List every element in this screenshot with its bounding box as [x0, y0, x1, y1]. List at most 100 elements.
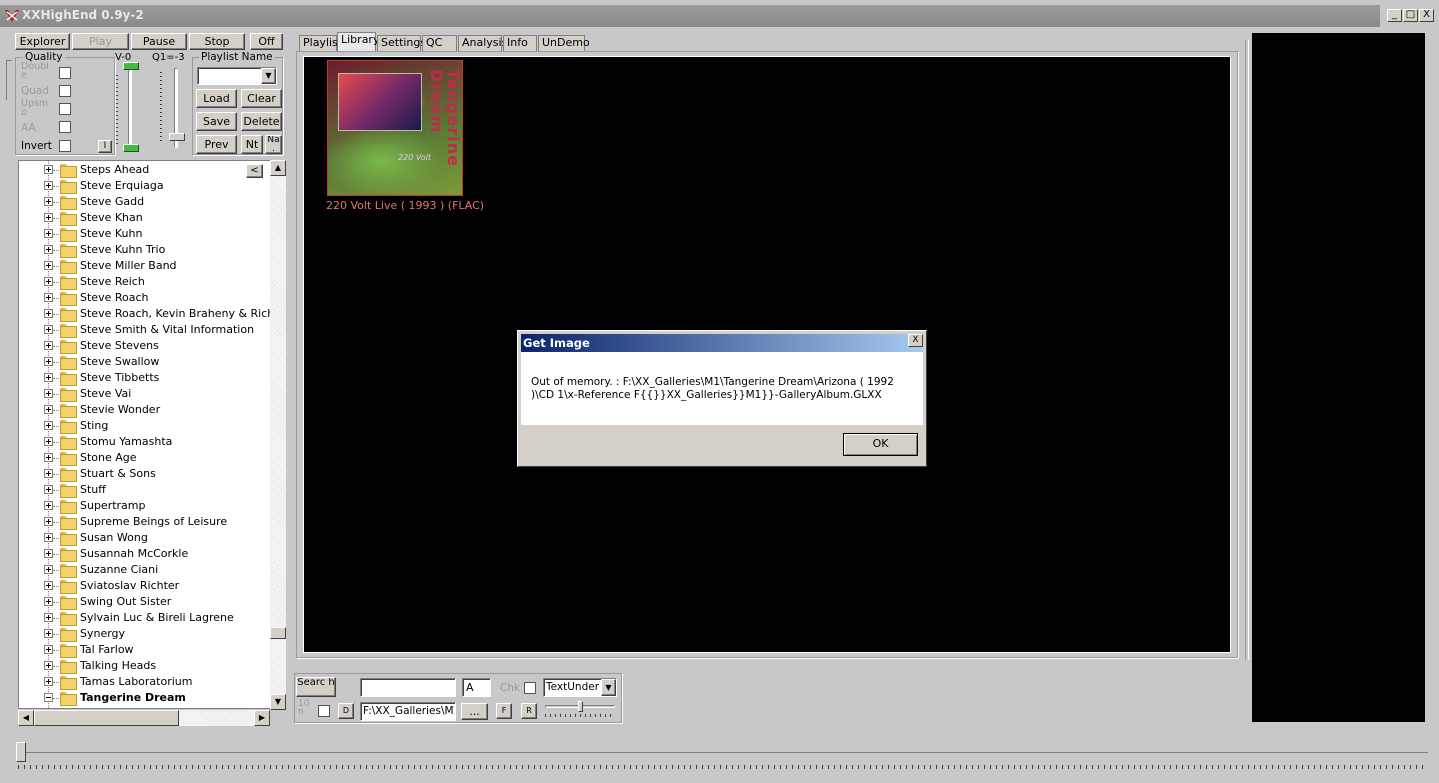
chk-checkbox[interactable] — [524, 682, 536, 694]
aa-checkbox[interactable] — [59, 121, 71, 133]
expand-icon[interactable] — [44, 213, 53, 222]
invert-checkbox[interactable] — [59, 140, 71, 152]
off-button[interactable]: Off — [250, 33, 283, 50]
view-select[interactable]: TextUnder ▼ — [543, 678, 617, 697]
tree-item[interactable]: Steve Reich — [19, 274, 270, 290]
scroll-down-icon[interactable]: ▼ — [270, 694, 286, 710]
tree-item[interactable]: Tal Farlow — [19, 642, 270, 658]
tab-analysis[interactable]: Analysis — [458, 35, 507, 51]
scroll-up-icon[interactable]: ▲ — [270, 160, 286, 176]
pause-button[interactable]: Pause — [131, 33, 187, 50]
tree-item[interactable]: Steve Smith & Vital Information — [19, 322, 270, 338]
expand-icon[interactable] — [44, 421, 53, 430]
delete-button[interactable]: Delete — [241, 112, 282, 131]
save-button[interactable]: Save — [196, 112, 237, 131]
tree-item[interactable]: Swing Out Sister — [19, 594, 270, 610]
quad-checkbox[interactable] — [59, 85, 71, 97]
count-checkbox[interactable] — [318, 705, 330, 717]
expand-icon[interactable] — [44, 437, 53, 446]
expand-icon[interactable] — [44, 533, 53, 542]
expand-icon[interactable] — [44, 229, 53, 238]
upsample-checkbox[interactable] — [59, 103, 71, 115]
expand-icon[interactable] — [44, 661, 53, 670]
tree-item[interactable]: Steve Roach, Kevin Braheny & Richard — [19, 306, 270, 322]
scroll-thumb[interactable] — [270, 627, 286, 639]
r-button[interactable]: R — [521, 703, 537, 719]
dialog-close-icon[interactable]: X — [908, 334, 923, 347]
tree-item[interactable]: Steve Kuhn Trio — [19, 242, 270, 258]
volume-slider[interactable] — [128, 63, 132, 151]
tree-item[interactable]: Steps Ahead — [19, 162, 270, 178]
letter-input[interactable]: A — [462, 678, 491, 697]
tree-item[interactable]: Steve Vai — [19, 386, 270, 402]
expand-icon[interactable] — [44, 165, 53, 174]
hscroll-thumb[interactable] — [34, 710, 179, 726]
na-button[interactable]: Na . — [265, 135, 282, 154]
tree-item[interactable]: Susannah McCorkle — [19, 546, 270, 562]
splitter[interactable] — [1245, 40, 1249, 660]
search-button[interactable]: Searc h — [296, 677, 336, 697]
q1-slider-thumb[interactable] — [169, 133, 185, 141]
expand-icon[interactable] — [44, 197, 53, 206]
tree-item[interactable]: Stone Age — [19, 450, 270, 466]
tree-item[interactable]: Steve Swallow — [19, 354, 270, 370]
path-input[interactable]: F:\XX_Galleries\M1 — [360, 702, 456, 721]
tree-item[interactable]: Steve Roach — [19, 290, 270, 306]
tree-item[interactable]: Steve Khan — [19, 210, 270, 226]
expand-icon[interactable] — [44, 325, 53, 334]
album-cover[interactable]: Tangerine Dream 220 Volt — [327, 60, 463, 196]
expand-icon[interactable] — [44, 597, 53, 606]
i-button[interactable]: I — [98, 140, 112, 153]
expand-icon[interactable] — [44, 309, 53, 318]
f-button[interactable]: F — [496, 703, 512, 719]
expand-icon[interactable] — [44, 469, 53, 478]
expand-icon[interactable] — [44, 629, 53, 638]
tree-child-item[interactable]: 220 Volt Live ( 1993 ) — [19, 706, 270, 708]
volume-slider-thumb-top[interactable] — [123, 62, 139, 70]
chevron-down-icon[interactable]: ▼ — [261, 68, 276, 84]
playlist-name-select[interactable]: ▼ — [197, 67, 277, 85]
tree-item[interactable]: Talking Heads — [19, 658, 270, 674]
expand-icon[interactable] — [44, 245, 53, 254]
tab-info[interactable]: Info — [503, 35, 537, 51]
tree-item[interactable]: Steve Gadd — [19, 194, 270, 210]
expand-icon[interactable] — [44, 677, 53, 686]
tree-item[interactable]: Tamas Laboratorium — [19, 674, 270, 690]
expand-icon[interactable] — [44, 517, 53, 526]
tree-item[interactable]: Stuff — [19, 482, 270, 498]
expand-icon[interactable] — [44, 581, 53, 590]
expand-icon[interactable] — [44, 277, 53, 286]
tab-qc[interactable]: QC — [422, 35, 457, 51]
play-button[interactable]: Play — [72, 33, 129, 50]
expand-icon[interactable] — [44, 357, 53, 366]
tree-item[interactable]: Steve Tibbetts — [19, 370, 270, 386]
library-tree[interactable]: Steps Ahead Steve Erquiaga Steve Gadd Steve… — [18, 160, 271, 709]
stop-button[interactable]: Stop — [189, 33, 245, 50]
expand-icon[interactable] — [44, 453, 53, 462]
expand-icon[interactable] — [44, 549, 53, 558]
scroll-left-icon[interactable]: ◀ — [18, 710, 34, 726]
minimize-button[interactable]: _ — [1387, 9, 1402, 22]
load-button[interactable]: Load — [196, 89, 237, 108]
expand-icon[interactable] — [44, 405, 53, 414]
tab-library[interactable]: Library — [337, 32, 379, 52]
expand-icon[interactable] — [44, 261, 53, 270]
tree-item[interactable]: Supertramp — [19, 498, 270, 514]
nt-button[interactable]: Nt — [241, 135, 263, 154]
album-caption[interactable]: 220 Volt Live ( 1993 ) (FLAC) — [326, 199, 484, 212]
expand-icon[interactable] — [44, 565, 53, 574]
tree-item[interactable]: Steve Miller Band — [19, 258, 270, 274]
collapse-button[interactable]: < — [246, 164, 263, 178]
tree-item[interactable]: Supreme Beings of Leisure — [19, 514, 270, 530]
tree-item[interactable]: Steve Erquiaga — [19, 178, 270, 194]
tree-item[interactable]: Steve Stevens — [19, 338, 270, 354]
tree-item[interactable]: Tangerine Dream — [19, 690, 270, 706]
tree-item[interactable]: Synergy — [19, 626, 270, 642]
tab-settings[interactable]: Settings — [377, 35, 426, 51]
close-button[interactable]: X — [1419, 9, 1434, 22]
tree-item[interactable]: Susan Wong — [19, 530, 270, 546]
tree-item[interactable]: Sting — [19, 418, 270, 434]
expand-icon[interactable] — [44, 613, 53, 622]
search-input[interactable] — [360, 678, 456, 697]
prev-button[interactable]: Prev — [196, 135, 237, 154]
